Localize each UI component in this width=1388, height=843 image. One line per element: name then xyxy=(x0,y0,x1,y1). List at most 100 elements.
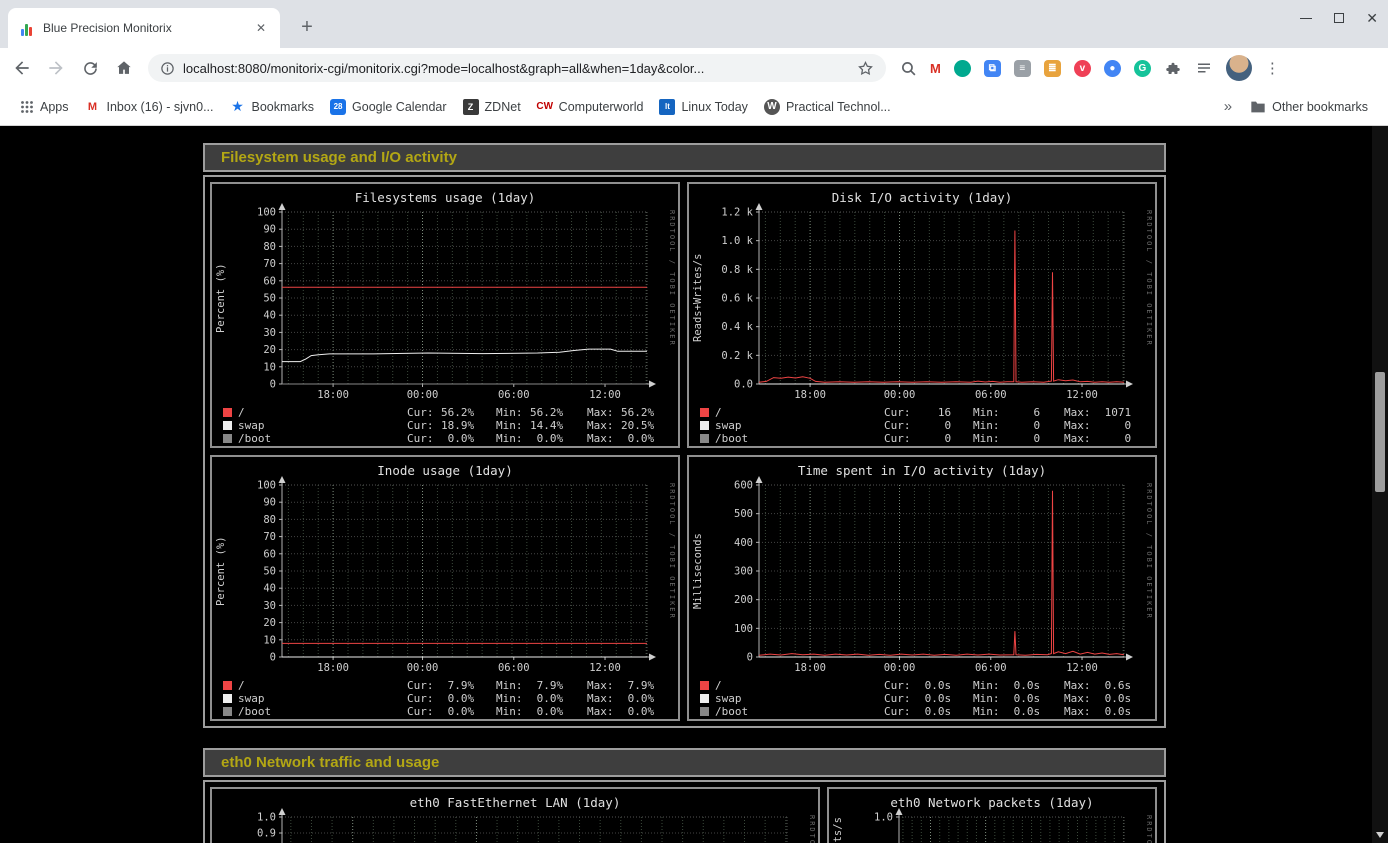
bookmark-star-icon[interactable] xyxy=(857,60,874,77)
bookmark-label: ZDNet xyxy=(485,100,521,114)
new-tab-button[interactable]: + xyxy=(294,14,320,40)
reload-button[interactable] xyxy=(76,54,104,82)
bookmark-apps[interactable]: Apps xyxy=(12,100,77,114)
legend-min: Min: 0.0s xyxy=(973,692,1040,705)
window-controls: ✕ xyxy=(1300,4,1378,32)
legend-swatch-icon xyxy=(700,421,709,430)
legend-min: Min: 0 xyxy=(973,432,1040,445)
legend-max: Max: 0.0% xyxy=(587,705,654,718)
browser-tab[interactable]: Blue Precision Monitorix ✕ xyxy=(8,8,280,48)
home-button[interactable] xyxy=(110,54,138,82)
home-icon xyxy=(114,58,134,78)
section-network: eth0 Network traffic and usage eth0 Fast… xyxy=(203,748,1166,843)
window-maximize-button[interactable] xyxy=(1334,13,1344,23)
grammarly-icon[interactable]: G xyxy=(1134,60,1151,77)
chart-canvas: 1.00.9 xyxy=(212,789,818,843)
reading-list-icon[interactable] xyxy=(1195,59,1213,77)
monitorix-favicon-icon xyxy=(18,20,34,36)
scrollbar-thumb[interactable] xyxy=(1375,372,1385,492)
url-text[interactable]: localhost:8080/monitorix-cgi/monitorix.c… xyxy=(183,61,849,76)
tab-close-icon[interactable]: ✕ xyxy=(252,19,270,37)
legend-row: /Cur: 0.0sMin: 0.0sMax: 0.6s xyxy=(689,679,1155,692)
bookmark-label: Computerworld xyxy=(559,100,644,114)
legend-row: swapCur: 0.0sMin: 0.0sMax: 0.0s xyxy=(689,692,1155,705)
camera-extension-icon[interactable]: ● xyxy=(1104,60,1121,77)
legend-series-name: /boot xyxy=(715,432,748,445)
legend-row: swapCur: 0.0%Min: 0.0%Max: 0.0% xyxy=(212,692,678,705)
graph-panel-disk-io: Disk I/O activity (1day) Reads+Writes/s … xyxy=(687,182,1157,448)
scroll-down-icon[interactable] xyxy=(1376,832,1384,838)
back-button[interactable] xyxy=(8,54,36,82)
tab-title: Blue Precision Monitorix xyxy=(43,21,252,35)
other-bookmarks[interactable]: Other bookmarks xyxy=(1242,100,1376,114)
svg-text:30: 30 xyxy=(263,600,276,612)
pocket-extension-icon[interactable]: v xyxy=(1074,60,1091,77)
svg-text:50: 50 xyxy=(263,566,276,578)
svg-text:06:00: 06:00 xyxy=(498,389,530,401)
linux-today-icon: lt xyxy=(659,99,675,115)
svg-text:100: 100 xyxy=(734,623,753,635)
svg-text:0.6 k: 0.6 k xyxy=(721,293,753,305)
notes-extension-icon[interactable]: ≡ xyxy=(1014,60,1031,77)
legend-row: /Cur: 7.9%Min: 7.9%Max: 7.9% xyxy=(212,679,678,692)
browser-menu-icon[interactable]: ⋮ xyxy=(1265,59,1280,77)
legend-row: /Cur: 16Min: 6Max: 1071 xyxy=(689,406,1155,419)
legend-max: Max: 0.0% xyxy=(587,432,654,445)
legend-series-name: / xyxy=(238,406,245,419)
legend-cur: Cur: 0.0% xyxy=(407,432,474,445)
window-titlebar: Blue Precision Monitorix ✕ + ✕ xyxy=(0,0,1388,48)
svg-text:18:00: 18:00 xyxy=(317,662,349,674)
legend-series-name: swap xyxy=(715,419,742,432)
legend-row: /bootCur: 0.0%Min: 0.0%Max: 0.0% xyxy=(212,432,678,445)
legend-cur: Cur: 16 xyxy=(884,406,951,419)
gmail-icon[interactable]: M xyxy=(930,61,941,76)
legend-max: Max: 0 xyxy=(1064,432,1131,445)
bookmarks-overflow-chevron[interactable]: » xyxy=(1214,98,1242,115)
legend-max: Max: 0.0% xyxy=(587,692,654,705)
section-title: Filesystem usage and I/O activity xyxy=(221,149,457,166)
legend-min: Min: 7.9% xyxy=(496,679,563,692)
svg-text:00:00: 00:00 xyxy=(407,389,439,401)
url-bar[interactable]: localhost:8080/monitorix-cgi/monitorix.c… xyxy=(148,54,886,82)
chart-legend: /Cur: 7.9%Min: 7.9%Max: 7.9%swapCur: 0.0… xyxy=(212,679,678,718)
page-scrollbar[interactable] xyxy=(1372,126,1388,843)
chart-legend: /Cur: 0.0sMin: 0.0sMax: 0.6sswapCur: 0.0… xyxy=(689,679,1155,718)
bookmark-practical-technology[interactable]: W Practical Technol... xyxy=(756,99,899,115)
svg-text:12:00: 12:00 xyxy=(1066,662,1098,674)
folder-icon xyxy=(1250,100,1266,114)
svg-text:200: 200 xyxy=(734,594,753,606)
svg-text:70: 70 xyxy=(263,531,276,543)
search-icon[interactable] xyxy=(900,60,917,77)
bookmark-inbox[interactable]: M Inbox (16) - sjvn0... xyxy=(77,99,222,115)
legend-swatch-icon xyxy=(700,434,709,443)
bookmark-linux-today[interactable]: lt Linux Today xyxy=(651,99,756,115)
bookmark-label: Bookmarks xyxy=(252,100,315,114)
bookmark-computerworld[interactable]: CW Computerworld xyxy=(529,99,652,115)
legend-min: Min: 0.0s xyxy=(973,705,1040,718)
profile-avatar[interactable] xyxy=(1226,55,1252,81)
section-title: eth0 Network traffic and usage xyxy=(221,754,439,771)
legend-swatch-icon xyxy=(223,408,232,417)
legend-series-name: / xyxy=(715,679,722,692)
forward-button[interactable] xyxy=(42,54,70,82)
bookmark-zdnet[interactable]: Z ZDNet xyxy=(455,99,529,115)
svg-text:00:00: 00:00 xyxy=(407,662,439,674)
extensions-row: M ⧉ ≡ ≣ v ● G ⋮ xyxy=(900,55,1280,81)
legend-max: Max: 0.6s xyxy=(1064,679,1131,692)
bookmark-google-calendar[interactable]: 28 Google Calendar xyxy=(322,99,455,115)
svg-text:00:00: 00:00 xyxy=(884,662,916,674)
svg-text:10: 10 xyxy=(263,361,276,373)
legend-max: Max: 0.0s xyxy=(1064,705,1131,718)
stack-extension-icon[interactable]: ≣ xyxy=(1044,60,1061,77)
legend-min: Min: 0.0s xyxy=(973,679,1040,692)
key-extension-icon[interactable] xyxy=(954,60,971,77)
bookmarks-bar: Apps M Inbox (16) - sjvn0... ★ Bookmarks… xyxy=(0,88,1388,126)
legend-swatch-icon xyxy=(223,421,232,430)
copy-extension-icon[interactable]: ⧉ xyxy=(984,60,1001,77)
legend-series-name: swap xyxy=(238,419,265,432)
bookmark-bookmarks[interactable]: ★ Bookmarks xyxy=(222,99,323,115)
window-minimize-button[interactable] xyxy=(1300,18,1312,19)
window-close-button[interactable]: ✕ xyxy=(1366,11,1378,25)
info-icon[interactable] xyxy=(160,61,175,76)
extensions-puzzle-icon[interactable] xyxy=(1164,59,1182,77)
